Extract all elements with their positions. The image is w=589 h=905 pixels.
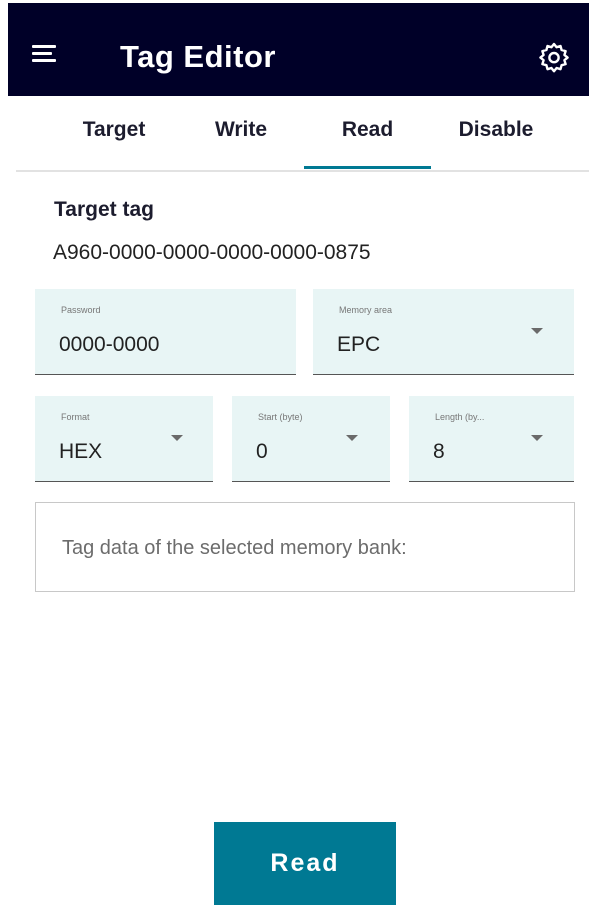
tab-read[interactable]: Read [304,118,431,142]
gear-icon[interactable] [538,41,570,73]
length-value: 8 [433,440,445,463]
format-select[interactable]: Format HEX [35,396,213,482]
password-field[interactable]: Password 0000-0000 [35,289,296,375]
length-label: Length (by... [435,412,485,422]
chevron-down-icon [531,328,543,334]
tab-write[interactable]: Write [186,118,296,142]
tab-disable[interactable]: Disable [436,118,556,142]
format-label: Format [61,412,90,422]
app-title: Tag Editor [120,39,276,74]
chevron-down-icon [171,435,183,441]
start-value: 0 [256,440,268,463]
tag-data-box[interactable]: Tag data of the selected memory bank: [35,502,575,592]
menu-icon[interactable] [32,45,56,63]
format-value: HEX [59,440,103,463]
memory-area-label: Memory area [339,305,393,315]
tag-data-placeholder: Tag data of the selected memory bank: [62,537,407,559]
active-tab-indicator [304,166,431,169]
tab-target[interactable]: Target [54,118,174,142]
memory-area-value: EPC [337,333,381,356]
app-bar: Tag Editor [8,3,589,96]
read-button[interactable]: Read [214,822,396,905]
tab-bar: Target Write Read Disable [16,108,589,172]
chevron-down-icon [531,435,543,441]
length-select[interactable]: Length (by... 8 [409,396,574,482]
start-select[interactable]: Start (byte) 0 [232,396,390,482]
target-tag-heading: Target tag [54,198,154,221]
password-value: 0000-0000 [59,333,160,356]
password-label: Password [61,305,101,315]
start-label: Start (byte) [258,412,303,422]
chevron-down-icon [346,435,358,441]
target-tag-id: A960-0000-0000-0000-0000-0875 [53,241,371,264]
memory-area-select[interactable]: Memory area EPC [313,289,574,375]
